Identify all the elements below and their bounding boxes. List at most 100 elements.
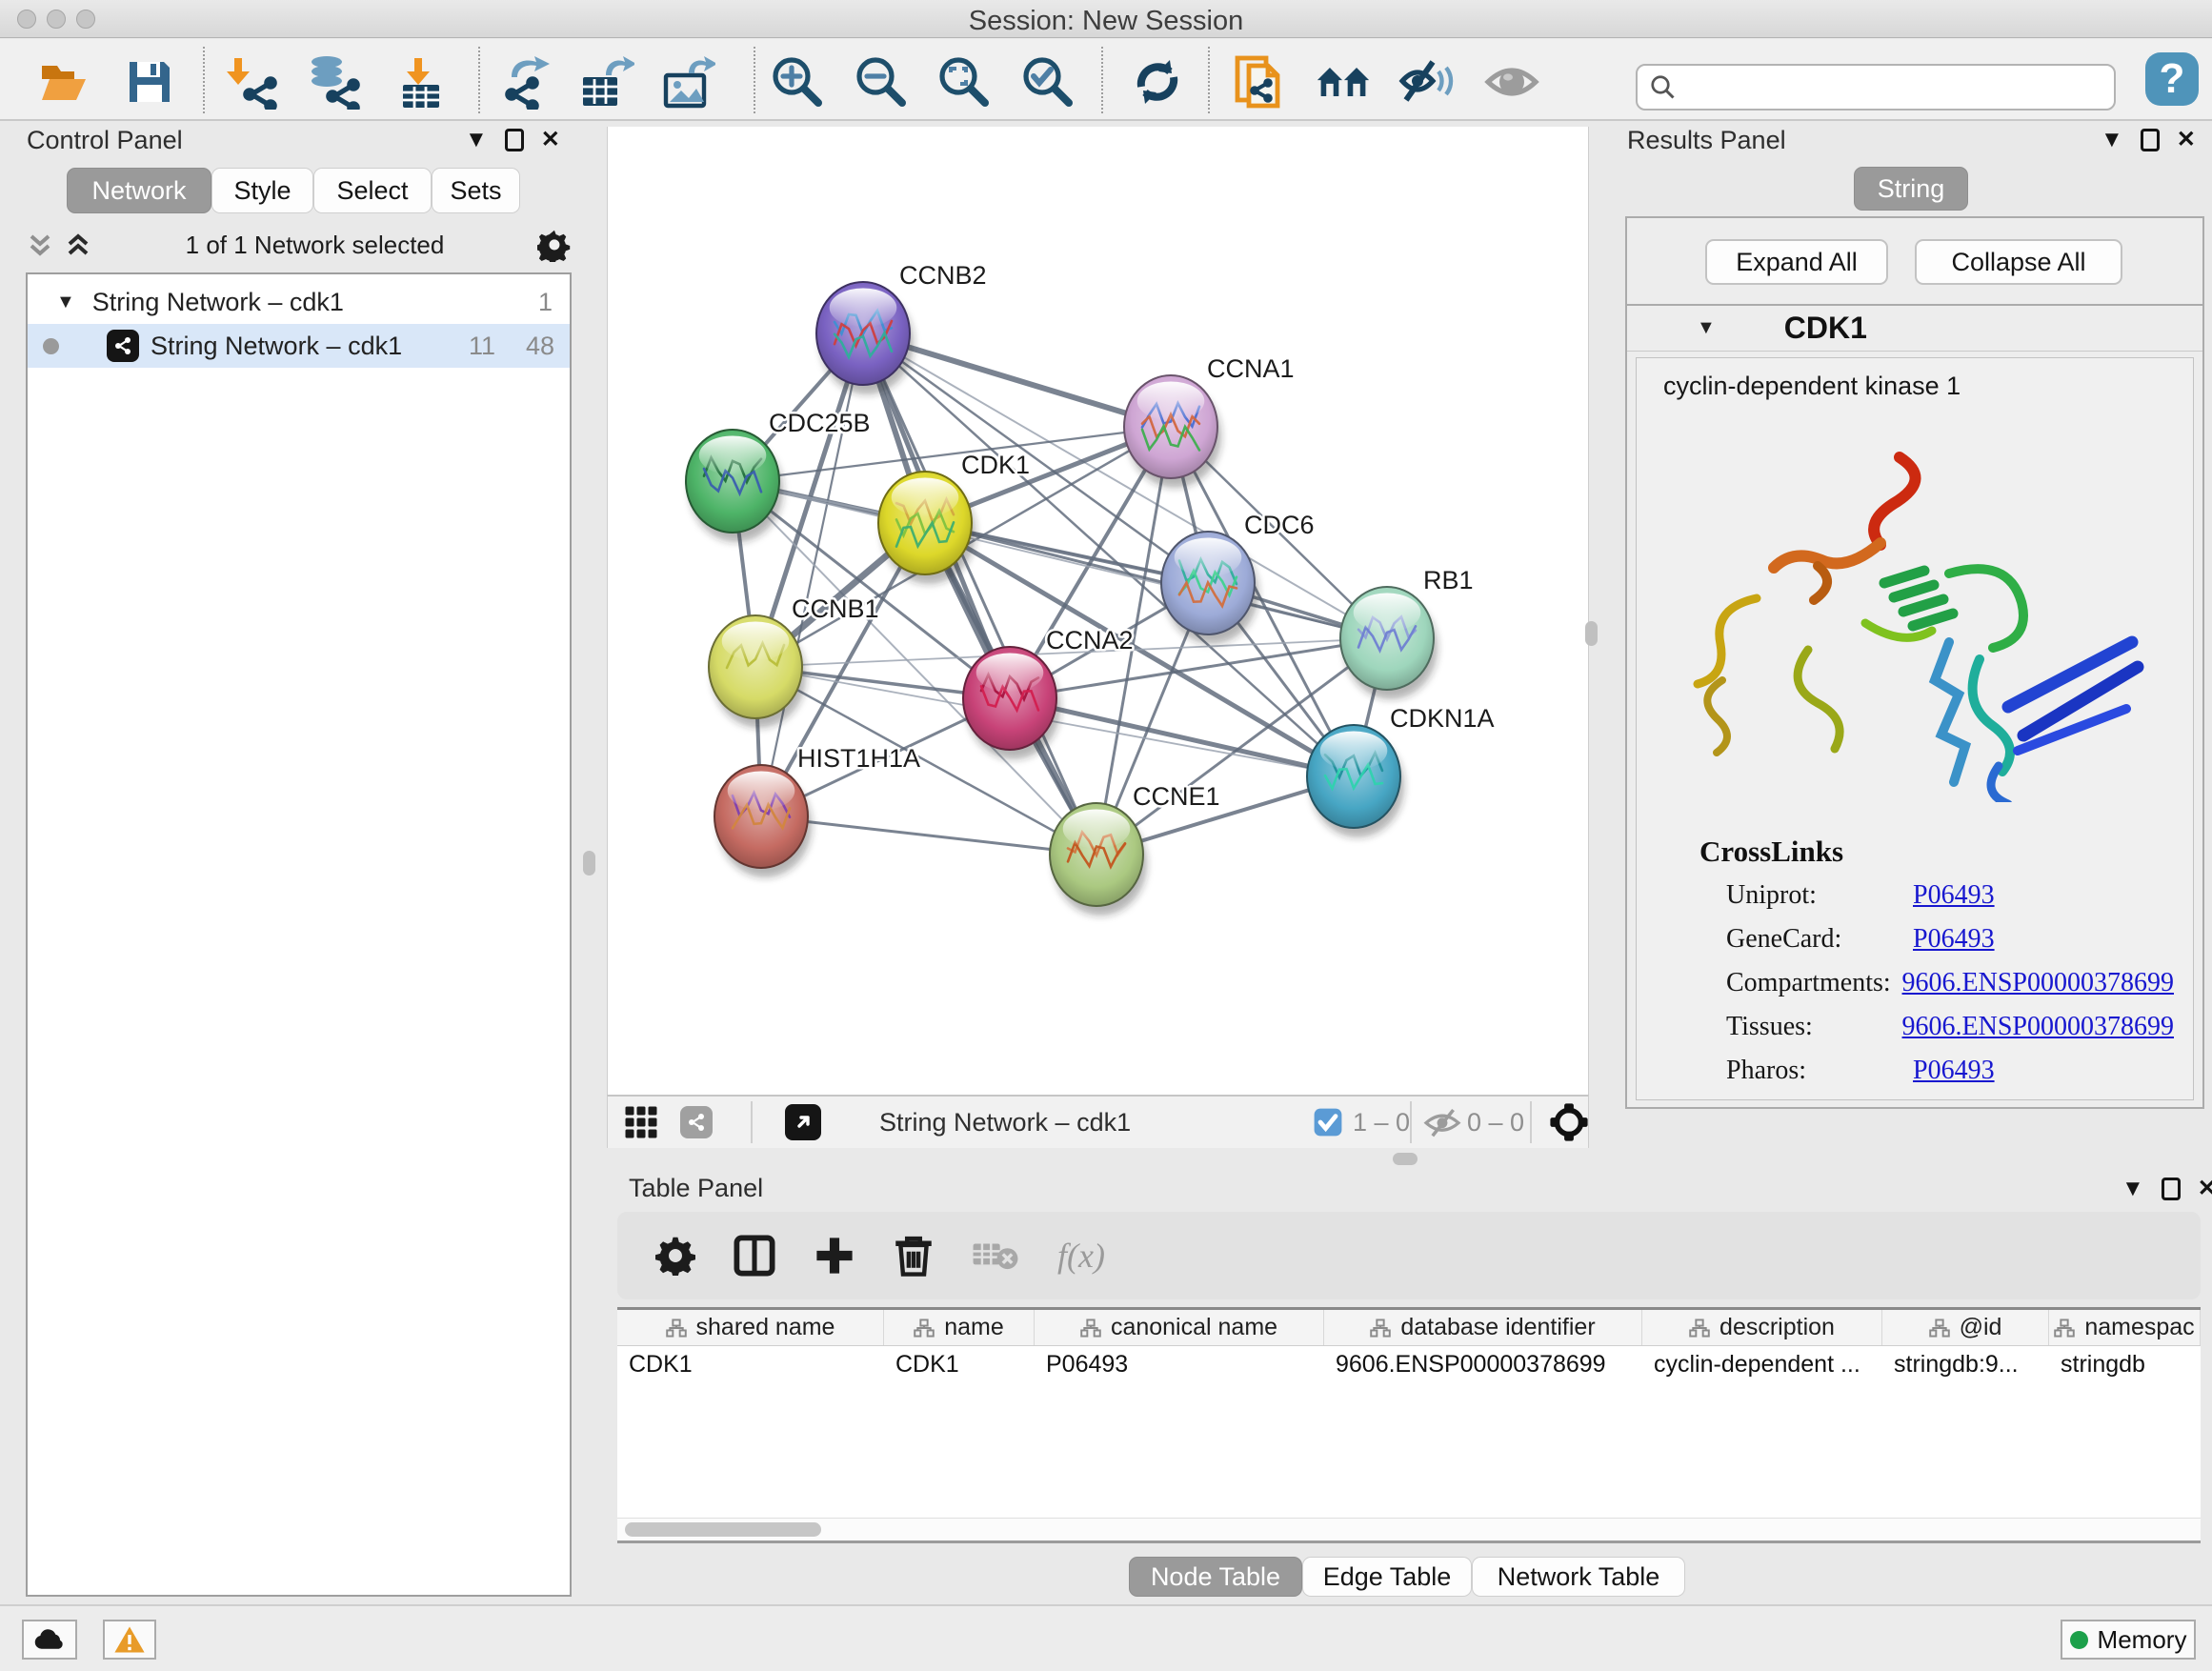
table-cell[interactable]: stringdb	[2049, 1346, 2201, 1382]
import-network-database-icon[interactable]	[308, 54, 363, 110]
node-CDC6[interactable]: CDC6	[1161, 511, 1315, 644]
collapse-caret-icon[interactable]: ▼	[1697, 317, 1716, 339]
add-column-icon[interactable]	[814, 1235, 855, 1277]
horizontal-splitter-handle[interactable]	[1393, 1153, 1418, 1165]
node-RB1[interactable]: RB1	[1340, 566, 1474, 699]
export-table-icon[interactable]	[579, 54, 634, 110]
float-panel-icon[interactable]	[2162, 1178, 2181, 1200]
help-icon[interactable]: ?	[2145, 52, 2199, 106]
zoom-selected-icon[interactable]	[1020, 54, 1076, 110]
panel-menu-icon[interactable]: ▼	[2101, 129, 2123, 151]
gene-header-row[interactable]: ▼ CDK1	[1627, 306, 2202, 352]
node-CCNE1[interactable]: CCNE1	[1050, 782, 1220, 916]
tab-string[interactable]: String	[1854, 167, 1968, 211]
cloud-status-button[interactable]	[22, 1620, 77, 1660]
table-options-gear-icon[interactable]	[655, 1236, 695, 1276]
memory-button[interactable]: Memory	[2061, 1620, 2196, 1660]
network-canvas[interactable]: CCNB2CCNA1CDC25BCDK1CDC6RB1CCNB1CCNA2CDK…	[607, 127, 1589, 1095]
panel-menu-icon[interactable]: ▼	[2122, 1178, 2144, 1200]
crosslink-link[interactable]: P06493	[1913, 880, 1995, 911]
search-field[interactable]	[1636, 64, 2116, 111]
column-header-description[interactable]: description	[1642, 1310, 1882, 1345]
table-row[interactable]: CDK1CDK1P064939606.ENSP00000378699cyclin…	[617, 1346, 2201, 1382]
close-panel-icon[interactable]: ✕	[541, 129, 560, 151]
table-cell[interactable]: P06493	[1035, 1346, 1324, 1382]
node-CCNA1[interactable]: CCNA1	[1124, 354, 1295, 488]
search-input[interactable]	[1678, 72, 2087, 102]
column-header-name[interactable]: name	[884, 1310, 1035, 1345]
tab-edge-table[interactable]: Edge Table	[1302, 1557, 1472, 1597]
column-header-namespac[interactable]: namespac	[2049, 1310, 2201, 1345]
grid-view-icon[interactable]	[624, 1097, 658, 1148]
share-view-icon[interactable]	[680, 1097, 713, 1148]
panel-menu-icon[interactable]: ▼	[465, 129, 488, 151]
import-network-file-icon[interactable]	[227, 54, 282, 110]
refresh-view-icon[interactable]	[1130, 54, 1185, 110]
tab-sets[interactable]: Sets	[432, 168, 520, 213]
column-header-database-identifier[interactable]: database identifier	[1324, 1310, 1642, 1345]
warning-status-button[interactable]	[103, 1620, 156, 1660]
share-document-icon[interactable]	[1233, 54, 1288, 110]
hidden-eye-icon[interactable]	[1423, 1097, 1461, 1148]
gear-icon[interactable]	[537, 228, 572, 262]
node-CDKN1A[interactable]: CDKN1A	[1307, 704, 1495, 837]
table-cell[interactable]: cyclin-dependent ...	[1642, 1346, 1882, 1382]
open-session-icon[interactable]	[36, 54, 91, 110]
tab-style[interactable]: Style	[211, 168, 313, 213]
collapse-all-icon[interactable]	[26, 231, 54, 259]
node-CCNB2[interactable]: CCNB2	[816, 261, 987, 394]
table-cell[interactable]: stringdb:9...	[1882, 1346, 2049, 1382]
zoom-out-icon[interactable]	[854, 54, 909, 110]
crosslink-link[interactable]: P06493	[1913, 924, 1995, 955]
expand-all-icon[interactable]	[64, 231, 92, 259]
collapse-all-button[interactable]: Collapse All	[1915, 239, 2122, 285]
collapse-caret-icon[interactable]: ▼	[56, 292, 75, 313]
show-columns-icon[interactable]	[734, 1235, 775, 1277]
network-graph[interactable]: CCNB2CCNA1CDC25BCDK1CDC6RB1CCNB1CCNA2CDK…	[608, 127, 1590, 1095]
tab-node-table[interactable]: Node Table	[1129, 1557, 1302, 1597]
home-icon[interactable]	[1316, 54, 1371, 110]
crosslink-link[interactable]: 9606.ENSP00000378699	[1902, 968, 2174, 998]
zoom-fit-icon[interactable]	[936, 54, 992, 110]
vertical-splitter-handle[interactable]	[583, 851, 595, 876]
close-panel-icon[interactable]: ✕	[2177, 129, 2196, 151]
detach-view-icon[interactable]	[785, 1097, 821, 1148]
close-panel-icon[interactable]: ✕	[2198, 1178, 2212, 1200]
column-header-@id[interactable]: @id	[1882, 1310, 2049, 1345]
birds-eye-view-icon[interactable]	[1549, 1097, 1589, 1148]
function-builder-icon[interactable]: f(x)	[1057, 1236, 1105, 1276]
network-row[interactable]: String Network – cdk1 11 48	[28, 324, 570, 368]
save-session-icon[interactable]	[122, 54, 177, 110]
node-CDK1[interactable]: CDK1	[878, 451, 1030, 584]
edge-CDK1-RB1[interactable]	[925, 523, 1387, 638]
horizontal-scrollbar[interactable]	[617, 1518, 2201, 1540]
table-cell[interactable]: CDK1	[884, 1346, 1035, 1382]
expand-all-button[interactable]: Expand All	[1705, 239, 1888, 285]
export-image-icon[interactable]	[660, 54, 715, 110]
float-panel-icon[interactable]	[2141, 129, 2160, 151]
tab-network-table[interactable]: Network Table	[1472, 1557, 1685, 1597]
float-panel-icon[interactable]	[505, 129, 524, 151]
column-header-canonical-name[interactable]: canonical name	[1035, 1310, 1324, 1345]
delete-column-trash-icon[interactable]	[894, 1234, 934, 1278]
node-CCNB1[interactable]: CCNB1	[709, 594, 879, 728]
export-network-icon[interactable]	[498, 54, 553, 110]
table-cell[interactable]: CDK1	[617, 1346, 884, 1382]
network-collection-row[interactable]: ▼ String Network – cdk1 1	[28, 280, 570, 324]
tab-select[interactable]: Select	[313, 168, 432, 213]
selected-checkbox-icon[interactable]	[1313, 1097, 1343, 1148]
crosslink-link[interactable]: 9606.ENSP00000378699	[1902, 1012, 2174, 1042]
zoom-in-icon[interactable]	[770, 54, 825, 110]
edge-CCNB2-CCNE1[interactable]	[863, 333, 1096, 855]
tab-network[interactable]: Network	[67, 168, 211, 213]
column-header-shared-name[interactable]: shared name	[617, 1310, 884, 1345]
crosslink-link[interactable]: P06493	[1913, 1056, 1995, 1086]
node-CDC25B[interactable]: CDC25B	[686, 409, 871, 542]
delete-table-icon[interactable]	[972, 1238, 1019, 1273]
node-HIST1H1A[interactable]: HIST1H1A	[714, 744, 920, 877]
import-table-file-icon[interactable]	[393, 54, 449, 110]
vertical-splitter-handle[interactable]	[1585, 621, 1598, 646]
table-cell[interactable]: 9606.ENSP00000378699	[1324, 1346, 1642, 1382]
scrollbar-thumb[interactable]	[625, 1522, 821, 1537]
hide-graphics-icon[interactable]	[1398, 54, 1454, 110]
